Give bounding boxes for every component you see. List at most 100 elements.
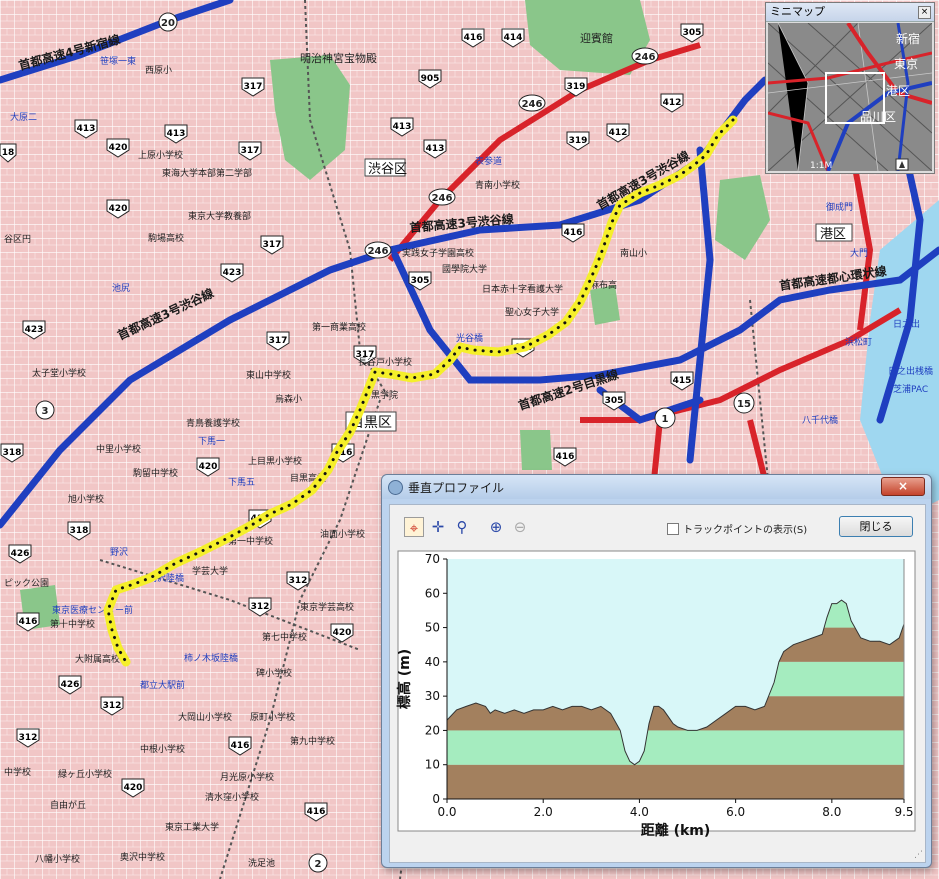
svg-text:413: 413 [77, 124, 96, 134]
svg-text:上原小学校: 上原小学校 [138, 149, 183, 161]
svg-text:319: 319 [569, 136, 588, 146]
y-tick-label: 40 [425, 655, 440, 669]
y-tick-label: 30 [425, 689, 440, 703]
minimap-view[interactable]: 新宿 港区 品川区 東京 1:1M [768, 23, 932, 171]
y-tick-label: 50 [425, 621, 440, 635]
svg-text:414: 414 [504, 33, 523, 43]
vertical-profile-window[interactable]: 垂直プロファイル × ⌖ ✛ ⚲ ⊕ ⊖ トラックポイントの表示(S) 閉じる … [381, 474, 932, 868]
svg-text:光谷橋: 光谷橋 [456, 332, 483, 344]
svg-text:大原二: 大原二 [10, 111, 37, 123]
svg-text:碑小学校: 碑小学校 [256, 667, 292, 679]
svg-text:423: 423 [223, 268, 242, 278]
svg-text:中里小学校: 中里小学校 [96, 443, 141, 455]
svg-text:柿ノ木坂陸橋: 柿ノ木坂陸橋 [184, 652, 238, 664]
elevation-profile-chart[interactable]: 0 10 20 30 40 50 60 70 0.0 2.0 4.0 6.0 8.0 9.5 距離 (km)… [390, 545, 925, 862]
svg-text:305: 305 [605, 396, 624, 406]
profile-title: 垂直プロファイル [408, 481, 505, 495]
svg-text:905: 905 [421, 74, 440, 84]
svg-text:中根小学校: 中根小学校 [140, 743, 185, 755]
svg-text:413: 413 [393, 122, 412, 132]
svg-text:実践女子学園高校: 実践女子学園高校 [402, 247, 474, 259]
svg-text:東京学芸高校: 東京学芸高校 [300, 601, 354, 613]
svg-text:15: 15 [737, 399, 751, 410]
svg-text:駒場高校: 駒場高校 [148, 232, 184, 244]
minimap-close-icon[interactable]: × [918, 6, 931, 19]
x-tick-label: 6.0 [726, 805, 745, 819]
profile-titlebar[interactable]: 垂直プロファイル × [382, 475, 931, 499]
svg-text:312: 312 [251, 602, 270, 612]
svg-text:中学校: 中学校 [4, 766, 31, 778]
svg-text:3: 3 [42, 406, 49, 417]
zoom-in-icon[interactable]: ⊕ [486, 517, 506, 537]
svg-text:246: 246 [635, 52, 656, 63]
y-tick-label: 20 [425, 723, 440, 737]
svg-text:渋谷区: 渋谷区 [368, 162, 407, 177]
close-button[interactable]: 閉じる [839, 516, 913, 537]
crosshair-select-icon[interactable]: ⌖ [404, 517, 424, 537]
zoom-area-icon[interactable]: ⚲ [452, 517, 472, 537]
svg-text:日本赤十字看護大学: 日本赤十字看護大学 [482, 283, 563, 295]
svg-text:317: 317 [244, 82, 263, 92]
svg-text:奥沢中学校: 奥沢中学校 [120, 851, 165, 863]
svg-text:迎賓館: 迎賓館 [580, 31, 613, 45]
svg-text:第十中学校: 第十中学校 [50, 618, 95, 630]
window-close-button[interactable]: × [881, 477, 925, 496]
svg-text:426: 426 [11, 549, 30, 559]
svg-text:ピック公園: ピック公園 [4, 578, 49, 589]
svg-text:416: 416 [231, 741, 250, 751]
svg-text:317: 317 [263, 240, 282, 250]
minimap-label-shinjuku: 新宿 [896, 31, 920, 46]
y-tick-label: 60 [425, 586, 440, 600]
svg-text:413: 413 [167, 129, 186, 139]
svg-text:246: 246 [522, 99, 543, 110]
svg-text:学芸大学: 学芸大学 [192, 565, 228, 577]
svg-text:第一商業高校: 第一商業高校 [312, 321, 366, 333]
svg-text:423: 423 [25, 325, 44, 335]
svg-text:自由が丘: 自由が丘 [50, 799, 86, 811]
svg-text:東京医療センター前: 東京医療センター前 [52, 604, 133, 616]
minimap-title: ミニマップ [770, 5, 825, 18]
profile-client-area: ⌖ ✛ ⚲ ⊕ ⊖ トラックポイントの表示(S) 閉じる 0 10 20 30 40 50… [389, 504, 926, 863]
svg-text:305: 305 [683, 28, 702, 38]
svg-text:319: 319 [567, 82, 586, 92]
resize-grip-icon[interactable]: ⋰ [914, 850, 923, 860]
svg-text:港区: 港区 [820, 227, 846, 242]
svg-text:416: 416 [464, 33, 483, 43]
minimap-window[interactable]: ミニマップ × 新宿 港区 品川区 東京 1:1M [765, 2, 935, 174]
svg-text:谷区円: 谷区円 [4, 234, 31, 245]
zoom-out-icon[interactable]: ⊖ [510, 517, 530, 537]
checkbox-box[interactable] [667, 523, 679, 535]
svg-text:416: 416 [307, 807, 326, 817]
svg-text:八千代橋: 八千代橋 [802, 414, 838, 426]
svg-text:420: 420 [109, 204, 128, 214]
svg-text:清水窪小学校: 清水窪小学校 [205, 791, 259, 803]
svg-text:芝浦PAC: 芝浦PAC [893, 383, 928, 395]
svg-text:420: 420 [124, 783, 143, 793]
svg-text:大岡山小学校: 大岡山小学校 [178, 711, 232, 723]
svg-text:318: 318 [3, 448, 22, 458]
y-axis-label: 標高 (m) [396, 649, 413, 709]
show-trackpoints-checkbox[interactable]: トラックポイントの表示(S) [667, 521, 807, 536]
minimap-titlebar[interactable]: ミニマップ × [766, 3, 934, 22]
svg-text:青南小学校: 青南小学校 [475, 179, 520, 191]
svg-text:下馬五: 下馬五 [228, 477, 255, 488]
svg-text:312: 312 [19, 733, 38, 743]
svg-text:東京大学教養部: 東京大学教養部 [188, 210, 251, 222]
svg-text:大門: 大門 [850, 247, 868, 259]
y-tick-label: 0 [432, 792, 440, 806]
svg-text:20: 20 [161, 18, 175, 29]
svg-text:都立大駅前: 都立大駅前 [140, 679, 185, 691]
x-tick-label: 4.0 [630, 805, 649, 819]
svg-text:420: 420 [333, 628, 352, 638]
x-tick-label: 2.0 [534, 805, 553, 819]
svg-text:西原小: 西原小 [145, 65, 172, 76]
svg-text:416: 416 [19, 617, 38, 627]
svg-text:笹塚一東: 笹塚一東 [100, 55, 136, 67]
svg-text:318: 318 [70, 526, 89, 536]
minimap-canvas: 新宿 港区 品川区 東京 1:1M [768, 23, 932, 171]
crosshair-move-icon[interactable]: ✛ [428, 517, 448, 537]
svg-text:東海大学本部第二学部: 東海大学本部第二学部 [162, 167, 252, 179]
y-tick-label: 70 [425, 552, 440, 566]
x-tick-label: 9.5 [894, 805, 913, 819]
svg-text:426: 426 [61, 680, 80, 690]
